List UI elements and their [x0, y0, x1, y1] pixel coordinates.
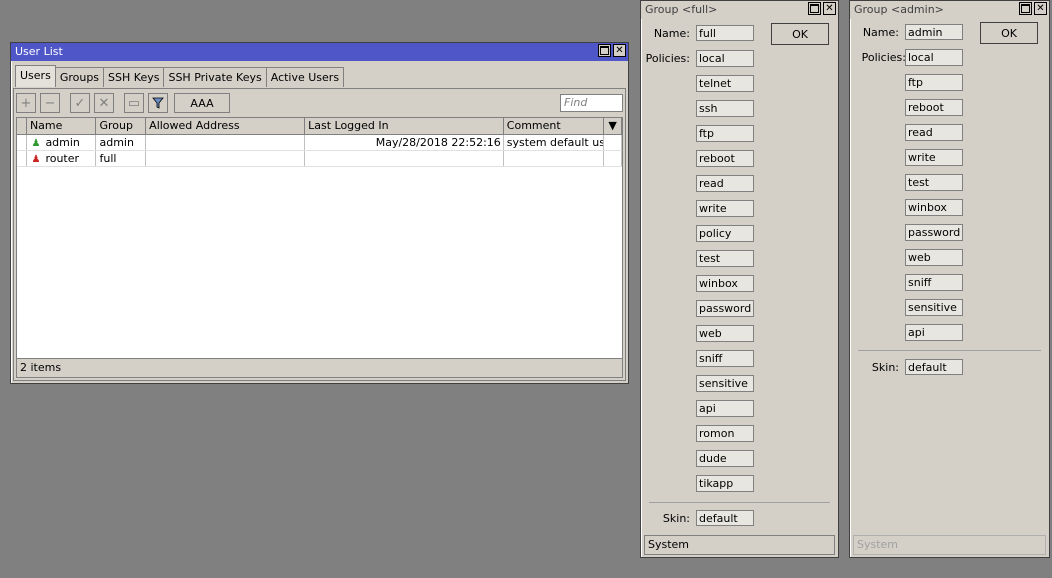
close-icon[interactable]: ✕: [613, 44, 626, 57]
policies-label: Policies:: [645, 52, 690, 65]
divider: [858, 350, 1041, 351]
name-label: Name:: [653, 26, 690, 40]
policy-field[interactable]: api: [905, 324, 963, 341]
tab-bar: Users Groups SSH Keys SSH Private Keys A…: [15, 65, 345, 87]
close-icon[interactable]: ✕: [1034, 2, 1047, 15]
skin-label: Skin:: [662, 511, 690, 525]
column-name[interactable]: Name: [27, 118, 97, 134]
policy-field[interactable]: telnet: [696, 75, 754, 92]
tab-ssh-keys[interactable]: SSH Keys: [103, 67, 165, 87]
policy-field[interactable]: sniff: [905, 274, 963, 291]
user-icon: ♟: [31, 138, 41, 149]
user-list-window: User List ✕ Users Groups SSH Keys SSH Pr…: [10, 42, 629, 384]
column-comment[interactable]: Comment: [504, 118, 605, 134]
column-allowed-address[interactable]: Allowed Address: [146, 118, 306, 134]
tab-ssh-private-keys[interactable]: SSH Private Keys: [163, 67, 267, 87]
policy-field[interactable]: winbox: [905, 199, 963, 216]
close-icon[interactable]: ✕: [823, 2, 836, 15]
status-bar: 2 items: [16, 358, 623, 378]
group-full-window: Group <full> ✕ Name: full OK Policies: l…: [640, 0, 839, 558]
policy-field[interactable]: password: [696, 300, 754, 317]
policy-field[interactable]: ftp: [905, 74, 963, 91]
find-input[interactable]: Find: [560, 94, 623, 112]
policy-field[interactable]: romon: [696, 425, 754, 442]
policy-field[interactable]: test: [905, 174, 963, 191]
maximize-icon[interactable]: [808, 2, 821, 15]
comment-icon[interactable]: ▭: [124, 93, 144, 113]
policy-field[interactable]: ssh: [696, 100, 754, 117]
table-header: Name Group Allowed Address Last Logged I…: [17, 118, 622, 135]
policy-field[interactable]: write: [905, 149, 963, 166]
window-title: User List: [15, 45, 63, 58]
table-row[interactable]: ♟ admin admin May/28/2018 22:52:16 syste…: [17, 135, 622, 151]
filter-icon[interactable]: [148, 93, 168, 113]
column-group[interactable]: Group: [96, 118, 147, 134]
policy-field[interactable]: password: [905, 224, 963, 241]
policy-field[interactable]: sensitive: [905, 299, 963, 316]
policy-field[interactable]: local: [696, 50, 754, 67]
skin-field[interactable]: default: [905, 359, 963, 375]
status-bar: System: [644, 535, 835, 555]
table-row[interactable]: ♟ router full: [17, 151, 622, 167]
policy-field[interactable]: sniff: [696, 350, 754, 367]
disable-icon[interactable]: ✕: [94, 93, 114, 113]
policy-field[interactable]: api: [696, 400, 754, 417]
group-full-titlebar[interactable]: Group <full> ✕: [641, 1, 838, 19]
policy-field[interactable]: sensitive: [696, 375, 754, 392]
window-title: Group <full>: [645, 3, 718, 16]
window-title: Group <admin>: [854, 3, 944, 16]
name-field[interactable]: admin: [905, 24, 963, 40]
name-field[interactable]: full: [696, 25, 754, 41]
enable-icon[interactable]: ✓: [70, 93, 90, 113]
skin-field[interactable]: default: [696, 510, 754, 526]
group-admin-titlebar[interactable]: Group <admin> ✕: [850, 1, 1049, 19]
status-bar: System: [853, 535, 1046, 555]
user-icon: ♟: [31, 154, 41, 165]
policy-field[interactable]: winbox: [696, 275, 754, 292]
policy-field[interactable]: test: [696, 250, 754, 267]
tab-active-users[interactable]: Active Users: [265, 67, 345, 87]
policy-field[interactable]: dude: [696, 450, 754, 467]
maximize-icon[interactable]: [598, 44, 611, 57]
add-icon[interactable]: +: [16, 93, 36, 113]
aaa-button[interactable]: AAA: [174, 93, 230, 113]
skin-label: Skin:: [871, 360, 899, 374]
toolbar: + − ✓ ✕ ▭ AAA: [16, 92, 234, 114]
ok-button[interactable]: OK: [771, 23, 829, 45]
policy-field[interactable]: write: [696, 200, 754, 217]
policy-field[interactable]: read: [905, 124, 963, 141]
maximize-icon[interactable]: [1019, 2, 1032, 15]
policy-field[interactable]: policy: [696, 225, 754, 242]
group-admin-window: Group <admin> ✕ Name: admin OK Policies:…: [849, 0, 1050, 558]
policies-label: Policies:: [861, 51, 906, 64]
name-label: Name:: [862, 25, 899, 39]
users-panel: + − ✓ ✕ ▭ AAA Find Name Group Allowed Ad…: [13, 88, 626, 381]
policy-field[interactable]: ftp: [696, 125, 754, 142]
divider: [649, 502, 830, 503]
policy-field[interactable]: web: [696, 325, 754, 342]
column-last-logged-in[interactable]: Last Logged In: [305, 118, 504, 134]
policy-field[interactable]: read: [696, 175, 754, 192]
policy-field[interactable]: tikapp: [696, 475, 754, 492]
policy-field[interactable]: local: [905, 49, 963, 66]
column-menu-icon[interactable]: ▼: [604, 118, 622, 134]
policy-field[interactable]: reboot: [905, 99, 963, 116]
users-table: Name Group Allowed Address Last Logged I…: [16, 117, 623, 363]
user-list-titlebar[interactable]: User List ✕: [11, 43, 628, 61]
tab-users[interactable]: Users: [15, 65, 56, 87]
ok-button[interactable]: OK: [980, 22, 1038, 44]
remove-icon[interactable]: −: [40, 93, 60, 113]
policy-field[interactable]: reboot: [696, 150, 754, 167]
tab-groups[interactable]: Groups: [54, 67, 105, 87]
policy-field[interactable]: web: [905, 249, 963, 266]
